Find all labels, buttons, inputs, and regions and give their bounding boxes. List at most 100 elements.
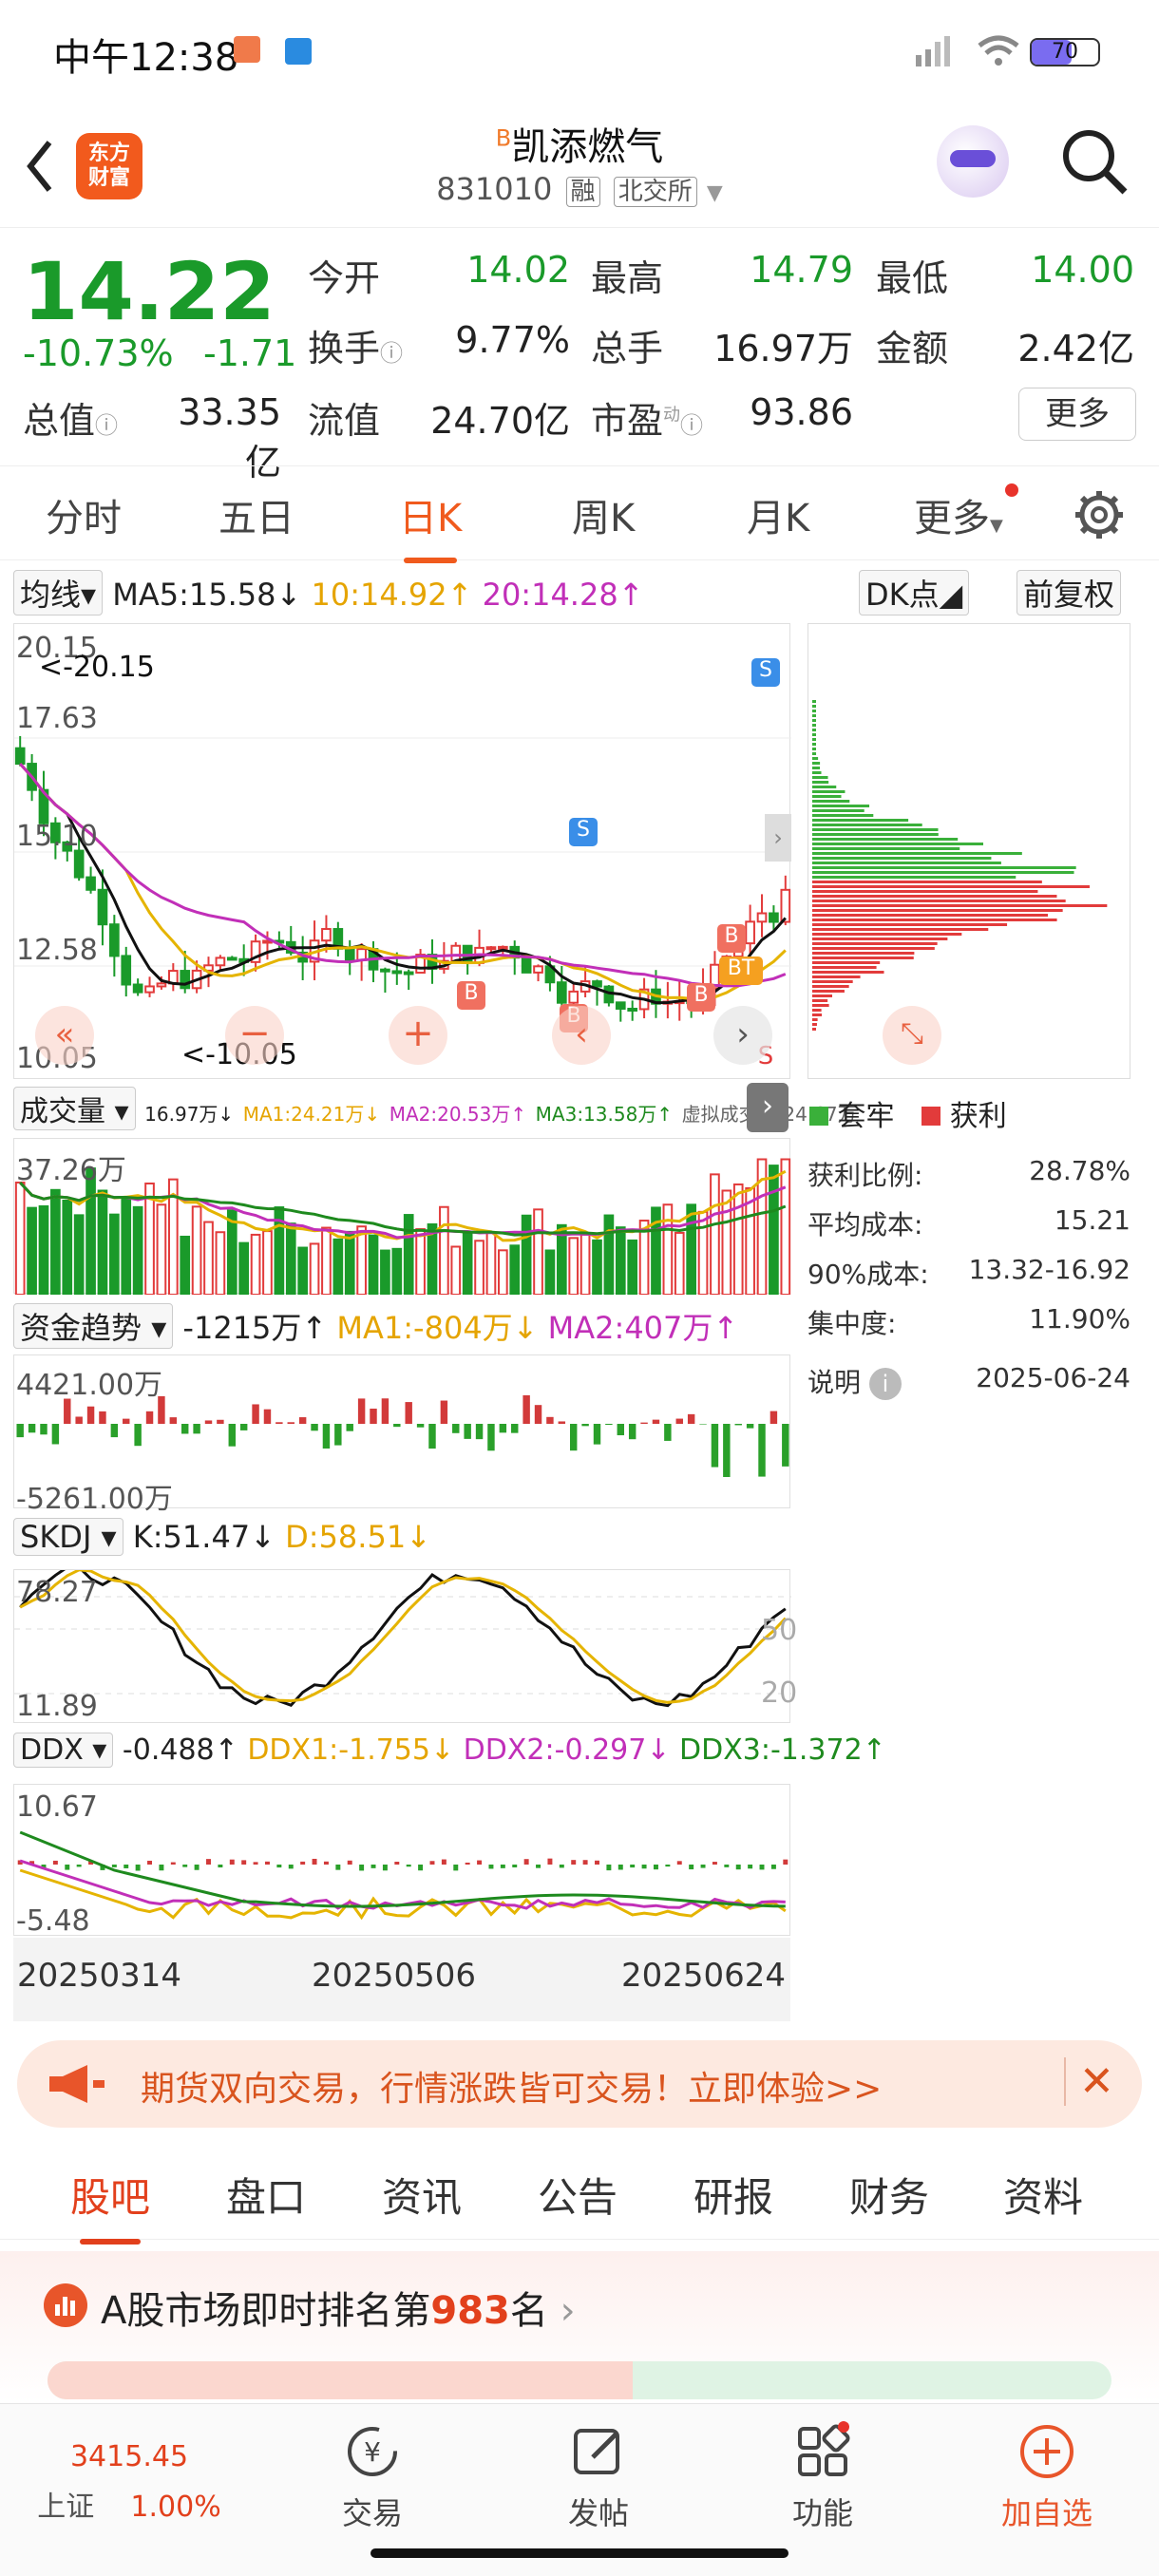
trade-tab[interactable]: ¥ 交易 [277,2404,467,2533]
ddx-bar [76,1865,82,1867]
ddx-bar [429,1861,435,1865]
volume-bar [121,1196,132,1295]
scroll-left-icon[interactable]: « [35,1006,94,1065]
tab-more[interactable]: 更多▼ [914,487,1003,542]
close-icon[interactable]: ✕ [1064,2057,1114,2106]
candle-body [498,945,508,950]
more-button[interactable]: 更多 [1018,388,1136,441]
ddx-dropdown[interactable]: DDX ▾ [13,1733,114,1768]
tab-profile[interactable]: 资料 [1003,2166,1083,2224]
chip-bar [812,781,829,784]
robot-avatar-icon[interactable] [937,125,1009,198]
chips-note[interactable]: 说明 i 2025-06-24 [808,1362,1130,1400]
volume-bar [485,1231,497,1295]
chip-bar [812,862,1001,864]
volume-bar [462,1230,473,1295]
tab-intraday[interactable]: 分时 [46,487,122,542]
chip-bar [812,790,846,793]
fund-bar [16,1424,24,1438]
expand-icon[interactable]: ⤡ [883,1006,941,1065]
settings-gear-icon[interactable] [1074,489,1125,544]
chip-bar [812,724,816,727]
profit-ratio: 获利比例: 28.78% [808,1155,1130,1191]
post-tab[interactable]: 发帖 [504,2404,694,2533]
ddx-bar [147,1860,153,1865]
tab-five-day[interactable]: 五日 [218,487,294,542]
zoom-in-icon[interactable]: + [389,1006,447,1065]
open-label: 今开 [308,257,381,299]
ddx-bar [111,1865,117,1867]
search-icon[interactable] [1058,125,1130,201]
collapse-arrow-icon[interactable]: › [765,814,791,862]
fund-bar [628,1424,636,1440]
tab-daily-k[interactable]: 日K [399,487,462,563]
ddx-bottom-label: -5.48 [16,1904,90,1938]
ddx-chart[interactable]: 10.67 -5.48 [13,1784,790,1938]
fund-bar [558,1421,566,1424]
function-tab[interactable]: 功能 [728,2404,918,2533]
fund-bar [569,1424,578,1451]
ddx-bar [229,1859,235,1865]
skdj-dropdown[interactable]: SKDJ ▾ [13,1518,124,1556]
change-amount: -1.71 [203,332,297,374]
volume-type-dropdown[interactable]: 成交量 ▾ [13,1087,136,1130]
fund-trend-dropdown[interactable]: 资金趋势 ▾ [13,1303,174,1349]
ddx-bar [441,1859,446,1865]
app-notification-icon [285,38,312,65]
index-quote[interactable]: 3415.45 上证 1.00% [34,2404,224,2525]
fund-bar [123,1418,130,1424]
ddx-bar [253,1862,258,1865]
ddx-bar [52,1860,58,1865]
fund-bar [652,1419,660,1424]
adjust-price-button[interactable]: 前复权 [1016,570,1122,616]
candle-body [485,946,497,951]
ddx-bar [689,1865,694,1870]
ddx-bar [406,1865,411,1867]
ddx-value: -0.488↑ [122,1733,238,1767]
fund-bar [758,1424,766,1477]
fund-bar [711,1424,719,1468]
skdj-chart[interactable]: 78.27 11.89 50 20 [13,1569,797,1723]
rank-progress-bar [48,2361,1112,2399]
tab-guba[interactable]: 股吧 [70,2166,150,2245]
fund-trend-chart[interactable]: 4421.00万 -5261.00万 [13,1354,790,1516]
tab-finance[interactable]: 财务 [849,2166,929,2224]
candle-body [215,957,226,967]
tab-research[interactable]: 研报 [694,2166,773,2224]
kline-chart[interactable]: 20.15 <-20.15 17.63 15.10 12.58 10.05 <-… [13,623,791,1079]
tab-monthly-k[interactable]: 月K [747,487,809,542]
fund-bar [511,1424,519,1433]
add-watchlist-tab[interactable]: 加自选 [952,2404,1142,2533]
date-mid: 20250506 [312,1957,477,1995]
tab-pankou[interactable]: 盘口 [226,2166,306,2224]
volume-chart[interactable]: 37.26万 [13,1138,791,1295]
amount-label: 金额 [876,328,949,369]
skdj-k: K:51.47↓ [132,1519,276,1555]
chip-bar [812,752,817,755]
fund-bar [75,1416,83,1424]
tab-announcements[interactable]: 公告 [538,2166,618,2224]
ma-type-dropdown[interactable]: 均线▾ [13,570,104,616]
fund-bar [605,1424,613,1426]
step-left-icon[interactable]: ‹ [552,1006,611,1065]
step-right-icon[interactable]: › [713,1006,772,1065]
average-cost: 平均成本: 15.21 [808,1204,1130,1241]
volume-bar [62,1199,73,1295]
sell-signal-icon: S [751,658,780,687]
tab-weekly-k[interactable]: 周K [572,487,635,542]
chip-distribution-chart[interactable]: ⤡ [808,623,1130,1079]
ma5-value: MA5:15.58↓ [112,577,302,613]
zoom-out-icon[interactable]: − [225,1006,284,1065]
market-rank-card[interactable]: A股市场即时排名第983名 › [0,2251,1159,2403]
rank-text: A股市场即时排名第983名 › [101,2289,576,2333]
dk-point-dropdown[interactable]: DK点◢ [859,570,970,616]
megaphone-icon [46,2063,106,2109]
candle-body [226,957,238,961]
futures-promo-banner[interactable]: 期货双向交易，行情涨跌皆可交易！立即体验>> ✕ [17,2040,1142,2128]
date-start: 20250314 [17,1957,182,1995]
tab-news[interactable]: 资讯 [382,2166,462,2224]
fund-bar [640,1422,648,1424]
buy-signal-icon: B [687,983,715,1012]
collapse-right-icon[interactable]: › [747,1083,788,1132]
chip-bar [812,980,853,983]
